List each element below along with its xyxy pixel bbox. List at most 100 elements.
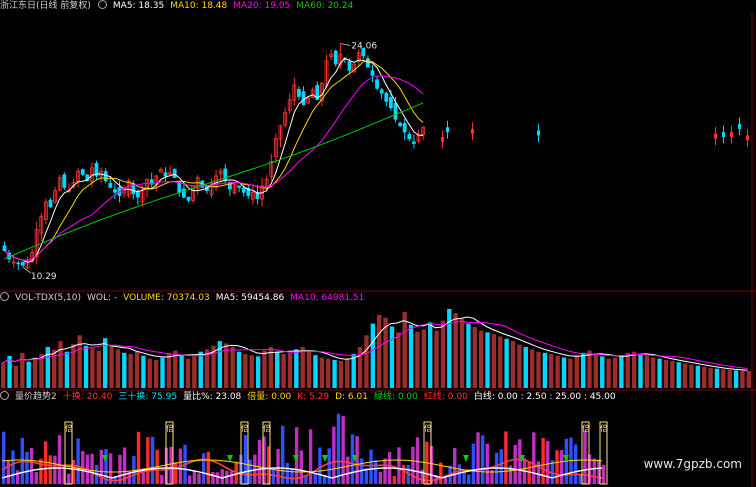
candle-body — [163, 172, 168, 177]
trend-bar — [243, 435, 248, 484]
trend-bar — [485, 443, 489, 484]
volume-bar — [459, 318, 465, 388]
trend-bar — [76, 438, 80, 484]
candle-body — [80, 169, 85, 175]
volume-bar — [262, 350, 267, 388]
volume-bar — [300, 347, 305, 388]
stock-chart[interactable]: 24.0610.29倍倍倍倍倍倍倍 — [0, 0, 756, 487]
volume-bar — [306, 350, 312, 388]
volume-bar — [555, 355, 560, 388]
volume-bar — [275, 351, 280, 388]
trend-bar — [332, 426, 336, 484]
volume-bar — [542, 352, 548, 388]
volume-bar — [427, 322, 433, 388]
trend-bar — [346, 456, 350, 484]
volume-bar — [504, 338, 509, 388]
volume-bar — [160, 357, 165, 388]
volume-bar — [702, 366, 707, 388]
volume-bar — [676, 362, 681, 388]
volume-bar — [153, 359, 159, 388]
volume-bar — [13, 365, 19, 388]
volume-bar — [345, 358, 350, 388]
volume-bar — [179, 355, 184, 388]
volume-bar — [402, 311, 407, 388]
volume-bar — [115, 349, 121, 388]
settings-circle-icon[interactable] — [97, 0, 107, 9]
bei-liang-label: 倍量: 0.00 — [247, 392, 292, 402]
candle-body — [714, 133, 717, 139]
bei-marker-label: 倍 — [65, 423, 73, 433]
trend-bar — [411, 446, 415, 484]
trend-bar — [67, 473, 71, 484]
candle-body — [20, 261, 25, 266]
candle-body — [16, 262, 21, 265]
trend-bar — [462, 471, 466, 484]
volume-bar — [77, 335, 82, 388]
candle-body — [730, 132, 733, 138]
trend-bar — [518, 439, 522, 484]
volume-bar — [198, 351, 203, 388]
trend-bar — [201, 453, 206, 484]
volume-bar — [536, 351, 541, 388]
trend-legend: 量价趋势2 十换: 20.40 三十换: 75.95 量比%: 23.08 倍量: 0.… — [0, 391, 622, 403]
volume-bar — [408, 324, 414, 388]
candle-body — [186, 196, 191, 201]
volume-bar — [568, 358, 573, 388]
vol-ma10-label: MA10: 64981.51 — [290, 293, 365, 303]
trend-bar — [308, 429, 313, 484]
candle-body — [135, 191, 140, 198]
trend-bar — [39, 458, 43, 484]
trend-bar — [541, 437, 545, 484]
volume-bar — [26, 361, 31, 388]
trend-bar — [229, 471, 234, 484]
volume-bar — [83, 345, 89, 388]
volume-bar — [1, 363, 6, 388]
volume-bar — [141, 355, 146, 388]
green-down-arrow — [322, 455, 328, 462]
bei-marker-label: 倍 — [600, 423, 608, 433]
trend-bar — [211, 471, 215, 484]
trend-bar — [150, 436, 155, 484]
volume-bar — [338, 361, 344, 388]
volume-bar — [20, 352, 25, 388]
settings-circle-icon[interactable] — [0, 292, 9, 301]
settings-circle-icon[interactable] — [0, 391, 9, 400]
trend-bar — [573, 444, 578, 484]
volume-bar — [657, 358, 662, 388]
volume-bar — [631, 351, 637, 388]
trend-bar — [471, 443, 476, 484]
candle-body — [446, 127, 449, 133]
ma60-line — [4, 102, 424, 260]
trend-bar — [560, 450, 564, 484]
trend-bar — [146, 437, 150, 484]
volume-bar — [64, 351, 70, 388]
trend-bar — [327, 448, 331, 484]
trend-bar — [99, 449, 104, 484]
trend-bar — [513, 444, 517, 484]
trend-bar — [578, 474, 582, 484]
liang-bi-label: 量比%: 23.08 — [183, 392, 242, 402]
volume-bar — [670, 361, 675, 388]
candle-body — [2, 245, 7, 252]
candle-body — [379, 89, 384, 94]
bai-xian-label: 白线: 0.00 : 2.50 : 25.00 : 45.00 — [473, 392, 616, 402]
volume-bar — [485, 332, 490, 388]
trend-bar — [318, 447, 322, 484]
volume-bar — [478, 330, 484, 388]
lv-xian-label: 绿线: 0.00 — [373, 392, 418, 402]
trend-bar — [29, 447, 34, 484]
trend-bar — [15, 470, 20, 484]
volume-label: VOLUME: 70374.03 — [123, 293, 210, 303]
ma5-label: MA5: 18.35 — [112, 1, 165, 11]
volume-bar — [721, 369, 726, 388]
candle-body — [172, 169, 177, 179]
volume-bar — [491, 334, 497, 388]
volume-bar — [415, 331, 420, 388]
trend-bar — [206, 451, 210, 484]
trend-bar — [34, 471, 38, 484]
candle-body — [370, 70, 375, 76]
trend-bar — [583, 430, 587, 484]
trend-bar — [378, 471, 383, 484]
d-label: D: 6.01 — [335, 392, 368, 402]
candle-body — [301, 91, 306, 105]
